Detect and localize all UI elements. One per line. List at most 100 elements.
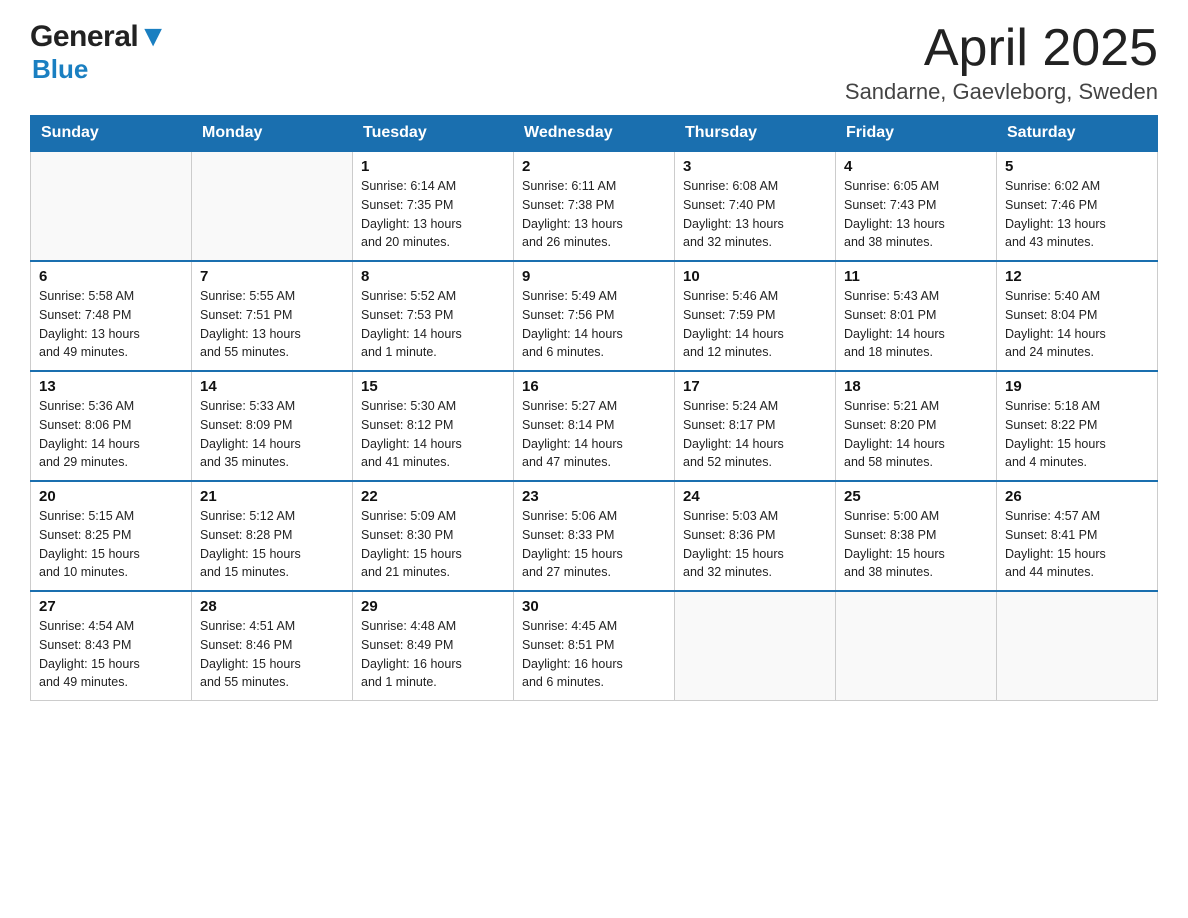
- day-info: Sunrise: 4:57 AMSunset: 8:41 PMDaylight:…: [1005, 507, 1149, 582]
- day-number: 27: [39, 598, 183, 615]
- day-info: Sunrise: 6:08 AMSunset: 7:40 PMDaylight:…: [683, 177, 827, 252]
- day-info: Sunrise: 5:09 AMSunset: 8:30 PMDaylight:…: [361, 507, 505, 582]
- calendar-week-row: 13 Sunrise: 5:36 AMSunset: 8:06 PMDayligh…: [31, 371, 1158, 481]
- calendar-body: 1 Sunrise: 6:14 AMSunset: 7:35 PMDaylight…: [31, 151, 1158, 701]
- calendar-cell: 11 Sunrise: 5:43 AMSunset: 8:01 PMDayligh…: [836, 261, 997, 371]
- calendar-cell: 12Sunrise: 5:40 AMSunset: 8:04 PMDayligh…: [997, 261, 1158, 371]
- month-title: April 2025: [845, 20, 1158, 77]
- calendar-cell: 15Sunrise: 5:30 AMSunset: 8:12 PMDayligh…: [353, 371, 514, 481]
- day-number: 26: [1005, 488, 1149, 505]
- calendar-cell: 6 Sunrise: 5:58 AMSunset: 7:48 PMDaylight…: [31, 261, 192, 371]
- calendar-cell: 21 Sunrise: 5:12 AMSunset: 8:28 PMDayligh…: [192, 481, 353, 591]
- day-number: 7: [200, 268, 344, 285]
- logo-text: General▼: [30, 20, 167, 54]
- day-info: Sunrise: 6:14 AMSunset: 7:35 PMDaylight:…: [361, 177, 505, 252]
- day-number: 14: [200, 378, 344, 395]
- day-info: Sunrise: 5:36 AMSunset: 8:06 PMDaylight:…: [39, 397, 183, 472]
- calendar-cell: 13 Sunrise: 5:36 AMSunset: 8:06 PMDayligh…: [31, 371, 192, 481]
- day-number: 2: [522, 158, 666, 175]
- day-info: Sunrise: 5:18 AMSunset: 8:22 PMDaylight:…: [1005, 397, 1149, 472]
- day-info: Sunrise: 5:46 AMSunset: 7:59 PMDaylight:…: [683, 287, 827, 362]
- day-number: 20: [39, 488, 183, 505]
- page-header: General▼ Blue April 2025 Sandarne, Gaevl…: [30, 20, 1158, 105]
- day-info: Sunrise: 5:03 AMSunset: 8:36 PMDaylight:…: [683, 507, 827, 582]
- title-block: April 2025 Sandarne, Gaevleborg, Sweden: [845, 20, 1158, 105]
- calendar-cell: 24 Sunrise: 5:03 AMSunset: 8:36 PMDayligh…: [675, 481, 836, 591]
- day-info: Sunrise: 5:15 AMSunset: 8:25 PMDaylight:…: [39, 507, 183, 582]
- day-info: Sunrise: 5:40 AMSunset: 8:04 PMDaylight:…: [1005, 287, 1149, 362]
- weekday-header-thursday: Thursday: [675, 116, 836, 152]
- logo: General▼ Blue: [30, 20, 167, 85]
- day-number: 11: [844, 268, 988, 285]
- day-info: Sunrise: 5:58 AMSunset: 7:48 PMDaylight:…: [39, 287, 183, 362]
- calendar-cell: 20 Sunrise: 5:15 AMSunset: 8:25 PMDayligh…: [31, 481, 192, 591]
- weekday-header-saturday: Saturday: [997, 116, 1158, 152]
- calendar-cell: [836, 591, 997, 701]
- weekday-header-monday: Monday: [192, 116, 353, 152]
- calendar-cell: 26 Sunrise: 4:57 AMSunset: 8:41 PMDayligh…: [997, 481, 1158, 591]
- calendar-cell: 10 Sunrise: 5:46 AMSunset: 7:59 PMDayligh…: [675, 261, 836, 371]
- day-number: 3: [683, 158, 827, 175]
- calendar-table: SundayMondayTuesdayWednesdayThursdayFrid…: [30, 115, 1158, 701]
- logo-blue-text: Blue: [32, 54, 88, 84]
- day-number: 25: [844, 488, 988, 505]
- day-number: 4: [844, 158, 988, 175]
- day-number: 5: [1005, 158, 1149, 175]
- day-number: 13: [39, 378, 183, 395]
- calendar-cell: 14Sunrise: 5:33 AMSunset: 8:09 PMDayligh…: [192, 371, 353, 481]
- day-number: 18: [844, 378, 988, 395]
- location-title: Sandarne, Gaevleborg, Sweden: [845, 79, 1158, 105]
- calendar-cell: 7Sunrise: 5:55 AMSunset: 7:51 PMDaylight…: [192, 261, 353, 371]
- calendar-cell: [192, 151, 353, 261]
- day-number: 16: [522, 378, 666, 395]
- day-number: 19: [1005, 378, 1149, 395]
- day-number: 9: [522, 268, 666, 285]
- calendar-week-row: 20 Sunrise: 5:15 AMSunset: 8:25 PMDayligh…: [31, 481, 1158, 591]
- calendar-cell: 3 Sunrise: 6:08 AMSunset: 7:40 PMDaylight…: [675, 151, 836, 261]
- calendar-cell: 30 Sunrise: 4:45 AMSunset: 8:51 PMDayligh…: [514, 591, 675, 701]
- day-info: Sunrise: 5:12 AMSunset: 8:28 PMDaylight:…: [200, 507, 344, 582]
- day-info: Sunrise: 5:30 AMSunset: 8:12 PMDaylight:…: [361, 397, 505, 472]
- calendar-cell: 23 Sunrise: 5:06 AMSunset: 8:33 PMDayligh…: [514, 481, 675, 591]
- calendar-cell: [31, 151, 192, 261]
- weekday-header-wednesday: Wednesday: [514, 116, 675, 152]
- day-number: 8: [361, 268, 505, 285]
- calendar-cell: 28 Sunrise: 4:51 AMSunset: 8:46 PMDayligh…: [192, 591, 353, 701]
- day-number: 1: [361, 158, 505, 175]
- calendar-cell: 29Sunrise: 4:48 AMSunset: 8:49 PMDayligh…: [353, 591, 514, 701]
- day-number: 23: [522, 488, 666, 505]
- calendar-week-row: 27 Sunrise: 4:54 AMSunset: 8:43 PMDayligh…: [31, 591, 1158, 701]
- day-number: 30: [522, 598, 666, 615]
- day-info: Sunrise: 5:27 AMSunset: 8:14 PMDaylight:…: [522, 397, 666, 472]
- day-info: Sunrise: 5:06 AMSunset: 8:33 PMDaylight:…: [522, 507, 666, 582]
- calendar-cell: 5Sunrise: 6:02 AMSunset: 7:46 PMDaylight…: [997, 151, 1158, 261]
- day-info: Sunrise: 5:52 AMSunset: 7:53 PMDaylight:…: [361, 287, 505, 362]
- day-info: Sunrise: 4:45 AMSunset: 8:51 PMDaylight:…: [522, 617, 666, 692]
- day-info: Sunrise: 6:11 AMSunset: 7:38 PMDaylight:…: [522, 177, 666, 252]
- weekday-header-friday: Friday: [836, 116, 997, 152]
- day-number: 21: [200, 488, 344, 505]
- day-info: Sunrise: 5:43 AMSunset: 8:01 PMDaylight:…: [844, 287, 988, 362]
- day-number: 6: [39, 268, 183, 285]
- calendar-cell: 27 Sunrise: 4:54 AMSunset: 8:43 PMDayligh…: [31, 591, 192, 701]
- day-info: Sunrise: 4:54 AMSunset: 8:43 PMDaylight:…: [39, 617, 183, 692]
- weekday-header-sunday: Sunday: [31, 116, 192, 152]
- calendar-cell: 17Sunrise: 5:24 AMSunset: 8:17 PMDayligh…: [675, 371, 836, 481]
- calendar-cell: 1 Sunrise: 6:14 AMSunset: 7:35 PMDaylight…: [353, 151, 514, 261]
- day-number: 24: [683, 488, 827, 505]
- calendar-cell: 4Sunrise: 6:05 AMSunset: 7:43 PMDaylight…: [836, 151, 997, 261]
- calendar-header: SundayMondayTuesdayWednesdayThursdayFrid…: [31, 116, 1158, 152]
- calendar-cell: 9 Sunrise: 5:49 AMSunset: 7:56 PMDaylight…: [514, 261, 675, 371]
- day-info: Sunrise: 5:49 AMSunset: 7:56 PMDaylight:…: [522, 287, 666, 362]
- calendar-week-row: 6 Sunrise: 5:58 AMSunset: 7:48 PMDaylight…: [31, 261, 1158, 371]
- day-number: 28: [200, 598, 344, 615]
- calendar-week-row: 1 Sunrise: 6:14 AMSunset: 7:35 PMDaylight…: [31, 151, 1158, 261]
- day-number: 10: [683, 268, 827, 285]
- day-info: Sunrise: 4:48 AMSunset: 8:49 PMDaylight:…: [361, 617, 505, 692]
- day-info: Sunrise: 4:51 AMSunset: 8:46 PMDaylight:…: [200, 617, 344, 692]
- day-info: Sunrise: 5:24 AMSunset: 8:17 PMDaylight:…: [683, 397, 827, 472]
- day-info: Sunrise: 5:21 AMSunset: 8:20 PMDaylight:…: [844, 397, 988, 472]
- calendar-cell: 19 Sunrise: 5:18 AMSunset: 8:22 PMDayligh…: [997, 371, 1158, 481]
- weekday-header-row: SundayMondayTuesdayWednesdayThursdayFrid…: [31, 116, 1158, 152]
- calendar-cell: [997, 591, 1158, 701]
